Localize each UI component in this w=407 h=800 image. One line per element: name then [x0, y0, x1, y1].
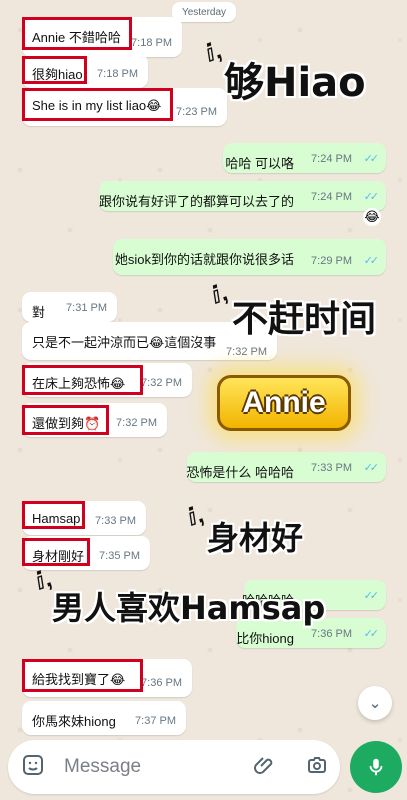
message-time: 7:33 PM [311, 462, 352, 474]
message-time: 7:18 PM [97, 68, 138, 80]
message-incoming-2[interactable]: 很夠hiao 7:18 PM [22, 54, 148, 88]
scroll-down-button[interactable]: ⌄ [358, 686, 392, 720]
message-input[interactable]: Message [64, 756, 141, 778]
message-time: 7:35 PM [99, 550, 140, 562]
message-text: Hamsap [32, 511, 81, 526]
message-outgoing-2[interactable]: 跟你说有好评了的都算可以去了的 7:24 PM ✓✓ [99, 181, 386, 211]
reaction-badge[interactable]: 😂 [363, 208, 381, 226]
message-incoming-6[interactable]: 在床上夠恐怖😂 7:32 PM [22, 363, 192, 397]
read-receipt-icon: ✓✓ [363, 255, 380, 267]
message-text: 比你hiong [236, 631, 294, 646]
message-time: 7:29 PM [311, 255, 352, 267]
message-outgoing-3[interactable]: 她siok到你的话就跟你说很多话 7:29 PM ✓✓ [113, 239, 386, 275]
overlay-text: 身材好 [207, 519, 304, 557]
mic-button[interactable] [350, 741, 402, 793]
mic-icon [369, 758, 383, 776]
message-text: 對 [32, 305, 46, 320]
message-time: 7:31 PM [66, 302, 107, 314]
message-time: 7:36 PM [141, 677, 182, 689]
read-receipt-icon: ✓✓ [363, 462, 380, 474]
message-incoming-11[interactable]: 你馬來妹hiong 7:37 PM [22, 701, 186, 735]
message-text: 在床上夠恐怖😂 [32, 376, 126, 391]
message-text: 身材剛好 [32, 549, 85, 564]
read-receipt-icon: ✓✓ [363, 628, 380, 640]
sticker-icon[interactable] [20, 752, 46, 778]
message-text: 哈哈 可以咯 [225, 156, 294, 171]
message-text: 還做到夠⏰ [32, 416, 101, 431]
message-time: 7:23 PM [176, 106, 217, 118]
message-time: 7:32 PM [226, 346, 267, 358]
message-time: 7:18 PM [131, 37, 172, 49]
message-time: 7:37 PM [135, 715, 176, 727]
message-time: 7:33 PM [95, 515, 136, 527]
camera-icon[interactable] [304, 752, 330, 778]
message-incoming-1[interactable]: Annie 不錯哈哈 7:18 PM [22, 17, 182, 57]
message-incoming-4[interactable]: 對 7:31 PM [22, 292, 117, 322]
chevron-down-icon: ⌄ [368, 695, 382, 712]
message-outgoing-1[interactable]: 哈哈 可以咯 7:24 PM ✓✓ [223, 143, 386, 173]
message-text: Annie 不錯哈哈 [32, 30, 121, 45]
message-incoming-8[interactable]: Hamsap 7:33 PM [22, 501, 146, 535]
message-text: 給我找到寶了😂 [32, 672, 126, 687]
read-receipt-icon: ✓✓ [363, 153, 380, 165]
overlay-text: 够Hiao [224, 60, 366, 106]
message-text: 恐怖是什么 哈哈哈 [186, 465, 294, 480]
overlay-text: 男人喜欢Hamsap [52, 589, 326, 627]
message-time: 7:32 PM [116, 417, 157, 429]
overlay-text: 不赶时间 [232, 299, 377, 340]
message-text: 只是不一起沖涼而已😂這個沒事 [32, 335, 217, 350]
message-input-bar[interactable]: Message [8, 740, 340, 794]
message-incoming-7[interactable]: 還做到夠⏰ 7:32 PM [22, 403, 167, 437]
date-separator: Yesterday [172, 2, 236, 22]
message-text: She is in my list liao😂 [32, 98, 162, 113]
message-text: 跟你说有好评了的都算可以去了的 [98, 194, 294, 209]
message-text: 很夠hiao [32, 67, 83, 82]
message-outgoing-4[interactable]: 恐怖是什么 哈哈哈 7:33 PM ✓✓ [186, 452, 386, 482]
message-time: 7:24 PM [311, 191, 352, 203]
message-time: 7:24 PM [311, 153, 352, 165]
message-time: 7:32 PM [141, 377, 182, 389]
attach-icon[interactable] [252, 752, 278, 778]
message-incoming-10[interactable]: 給我找到寶了😂 7:36 PM [22, 659, 192, 697]
message-time: 7:36 PM [311, 628, 352, 640]
message-incoming-3[interactable]: She is in my list liao😂 7:23 PM [22, 88, 227, 126]
read-receipt-icon: ✓✓ [363, 590, 380, 602]
annie-badge: Annie [217, 375, 351, 431]
reaction-emoji: 😂 [364, 209, 380, 224]
read-receipt-icon: ✓✓ [363, 191, 380, 203]
message-text: 她siok到你的话就跟你说很多话 [114, 252, 294, 267]
message-text: 你馬來妹hiong [32, 714, 116, 729]
